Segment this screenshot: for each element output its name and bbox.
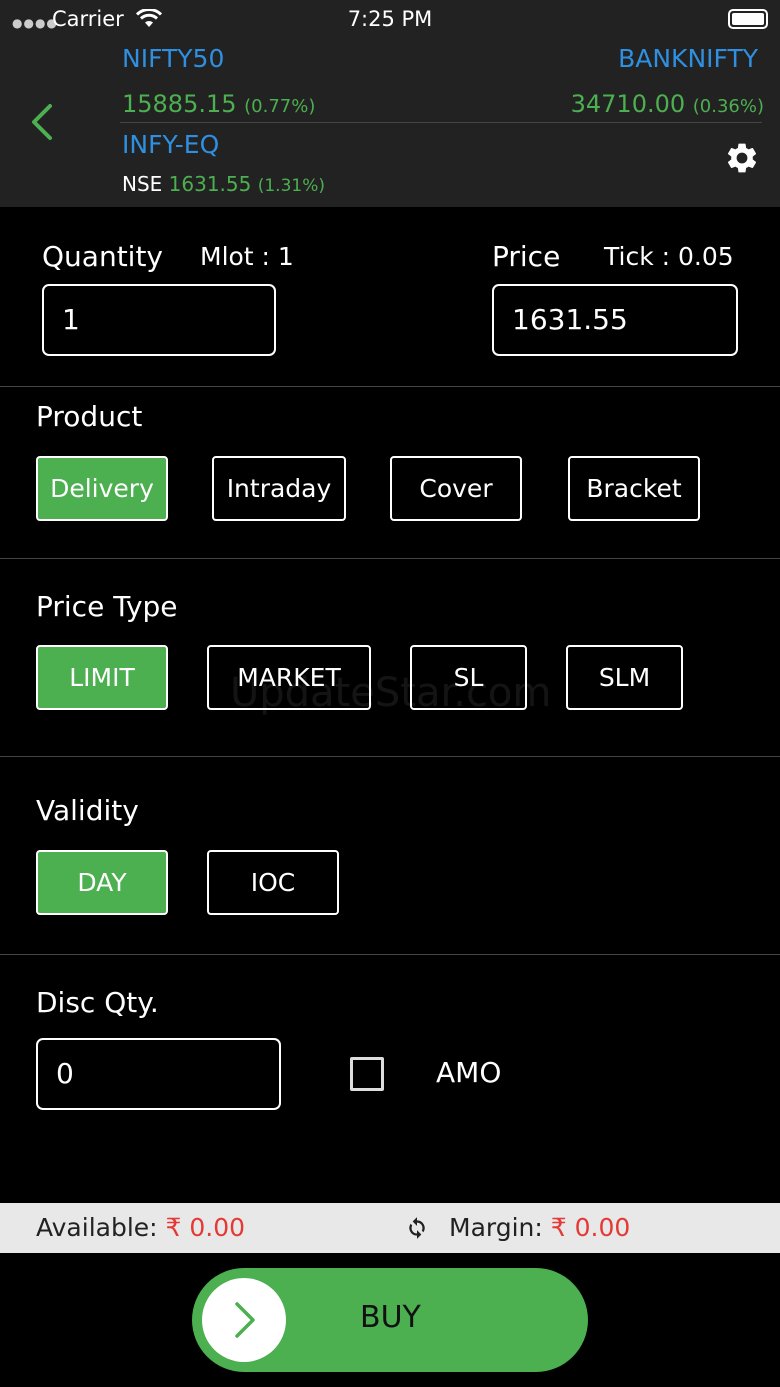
available-value: ₹ 0.00 (165, 1213, 246, 1242)
symbol-quote: NSE 1631.55 (1.31%) (122, 172, 325, 196)
refresh-icon[interactable] (404, 1215, 430, 1241)
price-input[interactable]: 1631.55 (492, 284, 738, 356)
validity-day-button[interactable]: DAY (36, 850, 168, 915)
symbol-exchange: NSE (122, 172, 163, 196)
battery-icon (728, 9, 768, 29)
price-type-slm-button[interactable]: SLM (566, 645, 683, 710)
clock: 7:25 PM (347, 7, 433, 31)
amo-checkbox[interactable] (350, 1057, 384, 1091)
section-divider (0, 756, 780, 757)
chevron-right-icon (235, 1302, 255, 1338)
index-nifty-value: 15885.15 (122, 90, 237, 118)
product-label: Product (36, 400, 143, 433)
back-arrow-icon[interactable] (24, 100, 58, 144)
index-banknifty-name[interactable]: BANKNIFTY (618, 44, 758, 73)
status-bar: ●●●● Carrier 7:25 PM (0, 0, 780, 40)
price-label: Price (492, 240, 561, 273)
index-nifty-quote: 15885.15 (0.77%) (122, 90, 315, 118)
section-divider (0, 954, 780, 955)
quantity-label: Quantity (42, 240, 163, 273)
section-divider (0, 386, 780, 387)
symbol-price: 1631.55 (168, 172, 252, 196)
product-cover-button[interactable]: Cover (390, 456, 522, 521)
price-type-limit-button[interactable]: LIMIT (36, 645, 168, 710)
index-banknifty-quote: 34710.00 (0.36%) (571, 90, 764, 118)
symbol-change: (1.31%) (257, 176, 326, 196)
buy-label: BUY (360, 1300, 421, 1335)
header: ●●●● Carrier 7:25 PM NIFTY50 BANKNIFTY 1… (0, 0, 780, 207)
header-divider (120, 122, 762, 123)
settings-gear-icon[interactable] (724, 140, 760, 176)
margin-bar: Available: ₹ 0.00 Margin: ₹ 0.00 (0, 1203, 780, 1253)
symbol-name: INFY-EQ (122, 130, 220, 159)
section-divider (0, 558, 780, 559)
validity-label: Validity (36, 794, 139, 827)
index-nifty-change: (0.77%) (244, 96, 316, 117)
product-bracket-button[interactable]: Bracket (568, 456, 700, 521)
slider-knob[interactable] (202, 1278, 286, 1362)
amo-label: AMO (436, 1056, 502, 1089)
index-banknifty-value: 34710.00 (570, 90, 686, 118)
index-banknifty-change: (0.36%) (692, 96, 764, 117)
tick-label: Tick : 0.05 (604, 242, 734, 271)
available-label: Available: (36, 1213, 158, 1242)
margin-value: ₹ 0.00 (550, 1213, 631, 1242)
available-balance: Available: ₹ 0.00 (36, 1213, 245, 1242)
validity-ioc-button[interactable]: IOC (207, 850, 339, 915)
disc-qty-label: Disc Qty. (36, 986, 159, 1019)
mlot-label: Mlot : 1 (200, 242, 294, 271)
product-delivery-button[interactable]: Delivery (36, 456, 168, 521)
margin-required: Margin: ₹ 0.00 (449, 1213, 630, 1242)
buy-slider-button[interactable]: BUY (192, 1268, 588, 1372)
disc-qty-input[interactable]: 0 (36, 1038, 281, 1110)
price-type-label: Price Type (36, 590, 178, 623)
margin-label: Margin: (449, 1213, 543, 1242)
watermark: UpdateStar.com (230, 670, 552, 716)
product-intraday-button[interactable]: Intraday (212, 456, 346, 521)
quantity-input[interactable]: 1 (42, 284, 276, 356)
index-nifty-name[interactable]: NIFTY50 (122, 44, 224, 73)
